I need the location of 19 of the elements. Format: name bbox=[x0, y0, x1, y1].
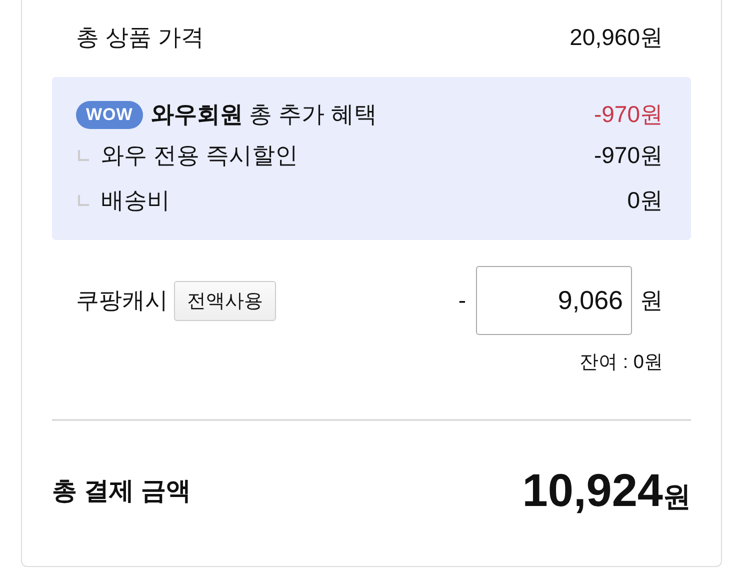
subtotal-label: 총 상품 가격 bbox=[76, 23, 204, 52]
minus-sign: - bbox=[458, 287, 466, 314]
remainder-text: 잔여 : 0원 bbox=[580, 352, 663, 373]
indent-icon bbox=[78, 150, 89, 160]
benefit-item-amount: 0원 bbox=[627, 186, 663, 214]
subtotal-amount: 20,960원 bbox=[570, 23, 663, 52]
benefit-amount: -970원 bbox=[594, 100, 663, 129]
use-all-button[interactable]: 전액사용 bbox=[174, 280, 276, 320]
cash-label: 쿠팡캐시 bbox=[76, 286, 168, 315]
total-amount: 10,924원 bbox=[522, 463, 691, 517]
indent-icon bbox=[78, 194, 89, 206]
cash-input-field[interactable]: 9,066 bbox=[476, 266, 632, 335]
wow-badge: WOW bbox=[76, 100, 143, 128]
benefit-item-label: 와우 전용 즉시할인 bbox=[101, 140, 298, 170]
benefit-label: 와우회원 총 추가 혜택 bbox=[150, 100, 377, 129]
total-label: 총 결제 금액 bbox=[52, 476, 191, 506]
currency-unit: 원 bbox=[640, 286, 663, 315]
benefit-item-label: 배송비 bbox=[101, 186, 170, 214]
benefit-item-amount: -970원 bbox=[594, 140, 663, 170]
